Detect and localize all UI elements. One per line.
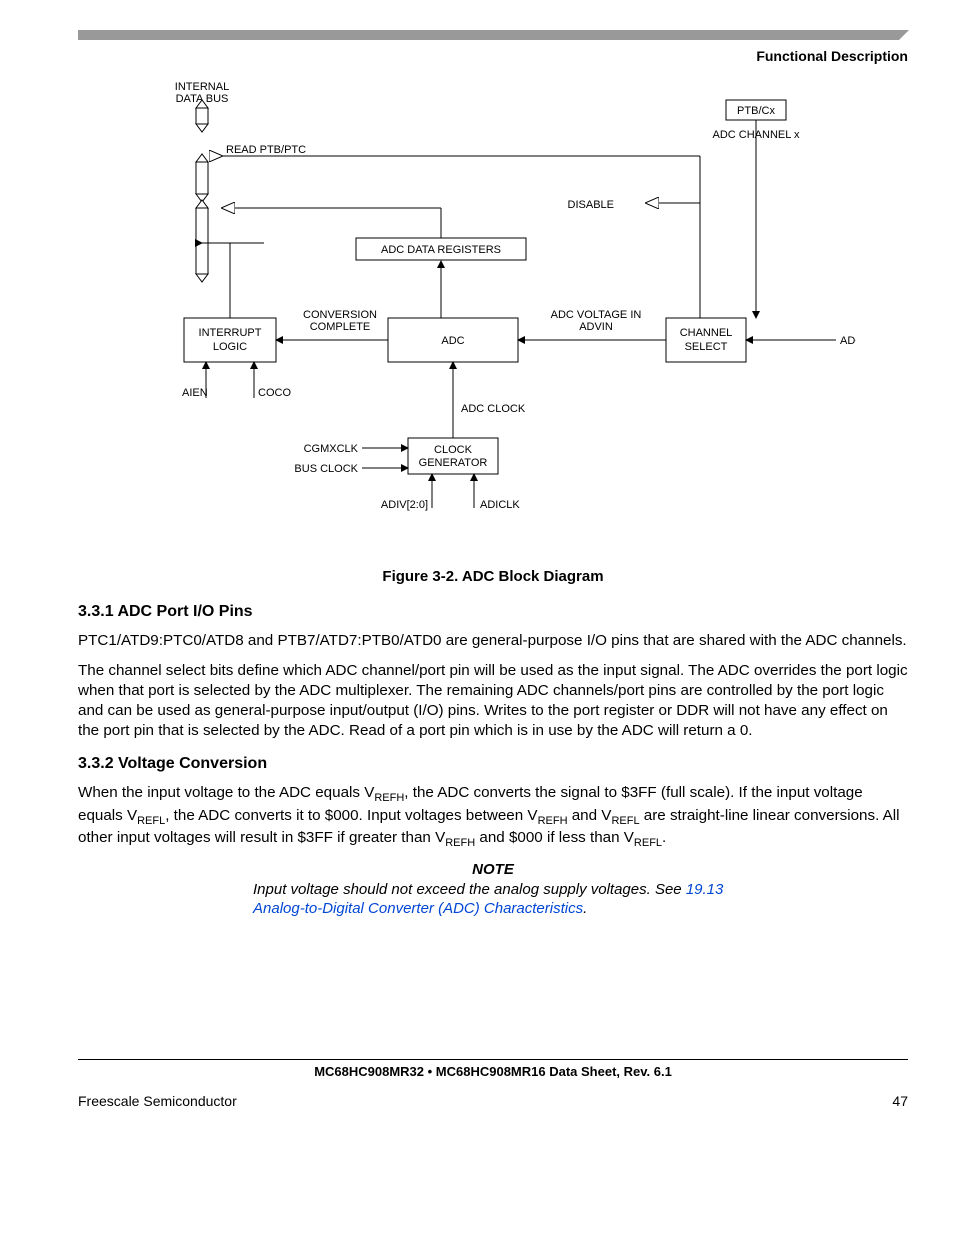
label-adc-voltage-in: ADC VOLTAGE IN: [551, 309, 642, 321]
footer-doc-title: MC68HC908MR32 • MC68HC908MR16 Data Sheet…: [78, 1064, 908, 1079]
note-body: Input voltage should not exceed the anal…: [253, 880, 733, 919]
label-clock-gen-2: GENERATOR: [419, 457, 488, 469]
block-interrupt-logic: [184, 318, 276, 362]
label-adiv: ADIV[2:0]: [381, 499, 428, 511]
label-channel-select-1: CHANNEL: [680, 327, 733, 339]
label-interrupt-logic-1: INTERRUPT: [199, 327, 262, 339]
label-bus-clock: BUS CLOCK: [294, 463, 358, 475]
label-ptb-cx: PTB/Cx: [737, 105, 775, 117]
footer-page-number: 47: [892, 1093, 908, 1109]
label-cgmxclk: CGMXCLK: [304, 443, 359, 455]
figure-caption: Figure 3-2. ADC Block Diagram: [78, 568, 908, 585]
section-header: Functional Description: [78, 48, 908, 64]
label-adc-data-regs: ADC DATA REGISTERS: [381, 244, 501, 256]
adc-block-diagram: .lbl { font-size: 11px; } .box { fill: #…: [136, 78, 908, 558]
note-title: NOTE: [78, 861, 908, 878]
label-channel-select-2: SELECT: [685, 341, 728, 353]
label-internal-data-bus: INTERNAL: [175, 81, 229, 93]
label-coco: COCO: [258, 387, 291, 399]
footer-vendor: Freescale Semiconductor: [78, 1093, 237, 1109]
para-adc-port-1: PTC1/ATD9:PTC0/ATD8 and PTB7/ATD7:PTB0/A…: [78, 631, 908, 651]
footer: MC68HC908MR32 • MC68HC908MR16 Data Sheet…: [78, 1059, 908, 1109]
label-aien: AIEN: [182, 387, 208, 399]
para-voltage-conversion: When the input voltage to the ADC equals…: [78, 783, 908, 851]
label-conv-complete-2: COMPLETE: [310, 321, 371, 333]
label-adch: ADCH[4:0]: [840, 335, 856, 347]
label-read-ptb-ptc: READ PTB/PTC: [226, 144, 306, 156]
label-adc: ADC: [441, 335, 464, 347]
label-clock-gen-1: CLOCK: [434, 444, 473, 456]
bus-segment-2: [196, 154, 208, 202]
label-interrupt-logic-2: LOGIC: [213, 341, 247, 353]
page-header-bar: [78, 30, 908, 40]
label-adc-clock: ADC CLOCK: [461, 403, 526, 415]
label-disable: DISABLE: [568, 199, 614, 211]
heading-adc-port-io-pins: 3.3.1 ADC Port I/O Pins: [78, 603, 908, 621]
label-conv-complete-1: CONVERSION: [303, 309, 377, 321]
label-advin: ADVIN: [579, 321, 613, 333]
label-adiclk: ADICLK: [480, 499, 520, 511]
heading-voltage-conversion: 3.3.2 Voltage Conversion: [78, 755, 908, 773]
bus-segment: [196, 100, 208, 132]
bus-segment-3: [196, 200, 208, 282]
block-channel-select: [666, 318, 746, 362]
para-adc-port-2: The channel select bits define which ADC…: [78, 661, 908, 741]
